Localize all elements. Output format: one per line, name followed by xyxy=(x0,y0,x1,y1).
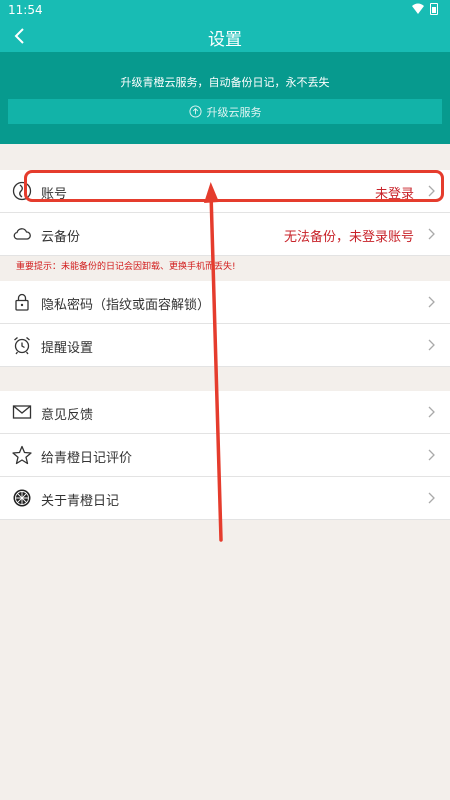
about-section: 意见反馈 给青橙日记评价 关于青橙日记 xyxy=(0,391,450,520)
rate-app-row[interactable]: 给青橙日记评价 xyxy=(0,434,450,477)
status-icons xyxy=(412,3,438,15)
envelope-icon xyxy=(12,405,32,419)
reminder-settings-label: 提醒设置 xyxy=(41,341,94,356)
battery-icon xyxy=(430,3,438,15)
promo-text: 升级青橙云服务，自动备份日记，永不丢失 xyxy=(120,76,330,89)
chevron-right-icon xyxy=(428,406,435,418)
cloud-backup-status: 无法备份，未登录账号 xyxy=(283,230,414,245)
chevron-right-icon xyxy=(428,296,435,308)
cloud-icon xyxy=(13,228,31,240)
cloud-backup-row[interactable]: 云备份 无法备份，未登录账号 xyxy=(0,213,450,256)
cloud-promo-banner: 升级青橙云服务，自动备份日记，永不丢失 升级云服务 xyxy=(0,52,450,144)
backup-warning: 重要提示：未能备份的日记会因卸载、更换手机而丢失! xyxy=(16,262,236,272)
privacy-password-row[interactable]: 隐私密码（指纹或面容解锁） xyxy=(0,281,450,324)
privacy-password-label: 隐私密码（指纹或面容解锁） xyxy=(41,298,211,313)
reminder-settings-row[interactable]: 提醒设置 xyxy=(0,324,450,367)
upgrade-cloud-label: 升级云服务 xyxy=(206,105,262,119)
wifi-icon xyxy=(412,3,424,14)
feedback-label: 意见反馈 xyxy=(41,408,94,423)
chevron-right-icon xyxy=(428,492,435,504)
status-bar: 11:54 xyxy=(0,0,450,20)
chevron-right-icon xyxy=(428,449,435,461)
account-highlight-box xyxy=(24,170,444,202)
feedback-row[interactable]: 意见反馈 xyxy=(0,391,450,434)
rate-app-label: 给青橙日记评价 xyxy=(41,451,133,466)
arrow-up-circle-icon xyxy=(188,105,202,118)
settings-section: 隐私密码（指纹或面容解锁） 提醒设置 xyxy=(0,281,450,367)
about-app-row[interactable]: 关于青橙日记 xyxy=(0,477,450,520)
about-app-label: 关于青橙日记 xyxy=(41,494,120,509)
page-title: 设置 xyxy=(208,30,242,50)
alarm-clock-icon xyxy=(14,337,30,355)
upgrade-cloud-button[interactable]: 升级云服务 xyxy=(8,99,442,124)
orange-slice-icon xyxy=(13,489,31,507)
lock-icon xyxy=(15,293,29,311)
star-icon xyxy=(12,445,32,465)
status-time: 11:54 xyxy=(8,3,43,17)
app-bar: 设置 xyxy=(0,20,450,52)
chevron-right-icon xyxy=(428,228,435,240)
cloud-backup-label: 云备份 xyxy=(41,230,81,245)
chevron-right-icon xyxy=(428,339,435,351)
